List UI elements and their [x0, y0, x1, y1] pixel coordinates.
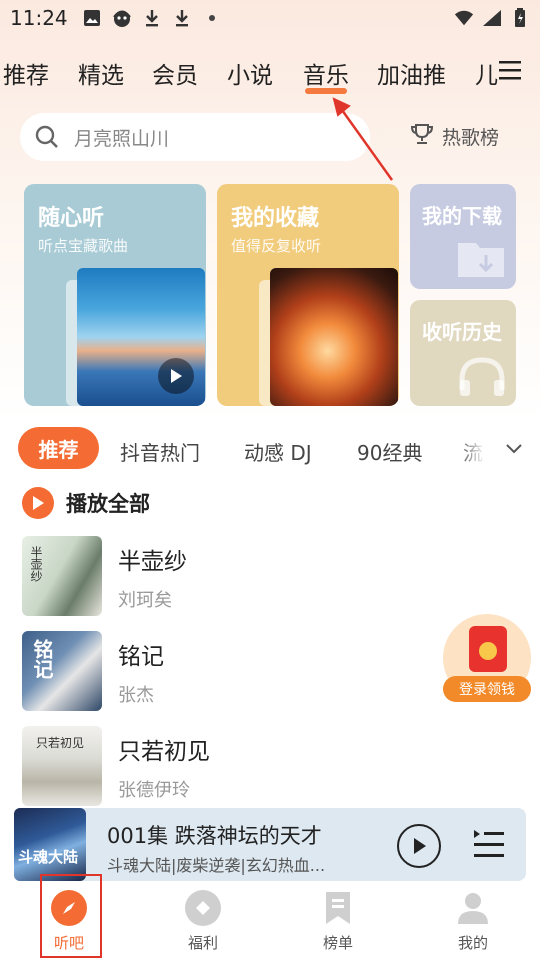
- cover-text: 斗魂大陆: [18, 848, 79, 866]
- tab-boost[interactable]: 加油推: [377, 56, 446, 90]
- list-item[interactable]: 只若初见 只若初见 张德伊玲: [0, 726, 540, 816]
- downloads-card[interactable]: 我的下载: [410, 184, 516, 289]
- playlist-icon[interactable]: [472, 828, 506, 860]
- search-placeholder: 月亮照山川: [74, 127, 170, 150]
- card-title: 我的收藏: [231, 206, 320, 231]
- active-tab-indicator: [305, 88, 347, 94]
- cat-tab-douyin[interactable]: 抖音热门: [120, 437, 200, 466]
- tab-novel[interactable]: 小说: [227, 56, 273, 90]
- annotation-highlight-box: [40, 874, 102, 958]
- tab-kids[interactable]: 儿: [475, 56, 498, 90]
- nav-label: 福利: [187, 934, 218, 952]
- song-artist: 刘珂矣: [118, 590, 172, 611]
- notification-icons: [82, 8, 222, 28]
- play-button[interactable]: [158, 358, 194, 394]
- nav-mine[interactable]: 我的: [423, 882, 523, 960]
- album-cover: [270, 268, 398, 406]
- nav-label: 榜单: [322, 934, 353, 952]
- song-artist: 张德伊玲: [118, 780, 190, 801]
- download-icon: [172, 8, 192, 28]
- now-playing-cover: 斗魂大陆: [14, 808, 86, 881]
- menu-icon[interactable]: [498, 58, 522, 82]
- mini-player[interactable]: 斗魂大陆 001集 跌落神坛的天才 斗魂大陆|废柴逆袭|玄幻热血...: [14, 808, 526, 881]
- folder-download-icon: [454, 233, 510, 283]
- tab-recommend[interactable]: 推荐: [3, 56, 49, 90]
- play-icon: [22, 487, 54, 519]
- status-bar: 11:24: [0, 0, 540, 36]
- now-playing-subtitle: 斗魂大陆|废柴逆袭|玄幻热血...: [107, 856, 326, 875]
- history-card[interactable]: 收听历史: [410, 300, 516, 406]
- signal-icon: [482, 8, 502, 28]
- play-all-label: 播放全部: [66, 492, 150, 516]
- bookmark-icon: [324, 890, 352, 926]
- list-item[interactable]: 半壶纱 半壶纱 刘珂矣: [0, 536, 540, 626]
- card-title: 我的下载: [422, 204, 502, 228]
- headphones-icon: [454, 350, 510, 400]
- card-subtitle: 听点宝藏歌曲: [38, 237, 129, 255]
- trophy-icon: [410, 122, 434, 151]
- play-button[interactable]: [397, 824, 441, 868]
- cover-text: 半壶纱: [29, 546, 43, 582]
- nav-charts[interactable]: 榜单: [288, 882, 388, 960]
- coin-icon: [479, 642, 497, 660]
- song-cover: 半壶纱: [22, 536, 102, 616]
- hot-songs-label: 热歌榜: [442, 127, 500, 149]
- now-playing-title: 001集 跌落神坛的天才: [107, 824, 322, 848]
- status-time: 11:24: [10, 6, 68, 30]
- cat-tab-dj[interactable]: 动感 DJ: [244, 437, 312, 466]
- card-title: 随心听: [38, 206, 105, 231]
- nav-welfare[interactable]: 福利: [153, 882, 253, 960]
- headphone-mascot-icon: [112, 8, 132, 28]
- person-icon: [455, 890, 491, 926]
- hot-songs-chart-link[interactable]: 热歌榜: [410, 122, 499, 151]
- image-icon: [82, 8, 102, 28]
- song-title: 铭记: [118, 644, 164, 670]
- song-artist: 张杰: [118, 685, 154, 706]
- category-tab-bar: 推荐 抖音热门 动感 DJ 90经典 流: [0, 427, 540, 471]
- song-cover: 铭记: [22, 631, 102, 711]
- promo-label: 登录领钱: [443, 676, 531, 702]
- play-all-button[interactable]: 播放全部: [22, 487, 150, 519]
- song-title: 只若初见: [118, 739, 210, 765]
- top-tab-bar: 推荐 精选 会员 小说 音乐 加油推 儿: [0, 50, 540, 98]
- card-title: 收听历史: [422, 320, 502, 344]
- search-input[interactable]: 月亮照山川: [20, 113, 370, 161]
- battery-icon: [510, 8, 530, 28]
- tab-music[interactable]: 音乐: [303, 56, 349, 90]
- gift-icon: [185, 890, 221, 926]
- cat-tab-recommend[interactable]: 推荐: [18, 427, 99, 469]
- card-subtitle: 值得反复收听: [231, 237, 322, 255]
- wifi-icon: [454, 8, 474, 28]
- song-title: 半壶纱: [118, 549, 187, 575]
- login-reward-button[interactable]: 登录领钱: [443, 614, 531, 702]
- tab-featured[interactable]: 精选: [78, 56, 124, 90]
- system-icons: [454, 8, 530, 28]
- tab-vip[interactable]: 会员: [152, 56, 198, 90]
- favorites-card[interactable]: 我的收藏 值得反复收听: [217, 184, 399, 406]
- random-listen-card[interactable]: 随心听 听点宝藏歌曲: [24, 184, 206, 406]
- cover-text: 只若初见: [36, 736, 85, 750]
- nav-label: 我的: [457, 934, 488, 952]
- song-cover: 只若初见: [22, 726, 102, 806]
- cat-tab-90s[interactable]: 90经典: [357, 437, 422, 466]
- download-icon: [142, 8, 162, 28]
- tab-fade: [456, 427, 540, 471]
- chevron-down-icon[interactable]: [503, 437, 525, 459]
- more-notifications-dot-icon: [202, 8, 222, 28]
- cover-text: 铭记: [30, 639, 54, 679]
- search-icon: [34, 124, 60, 150]
